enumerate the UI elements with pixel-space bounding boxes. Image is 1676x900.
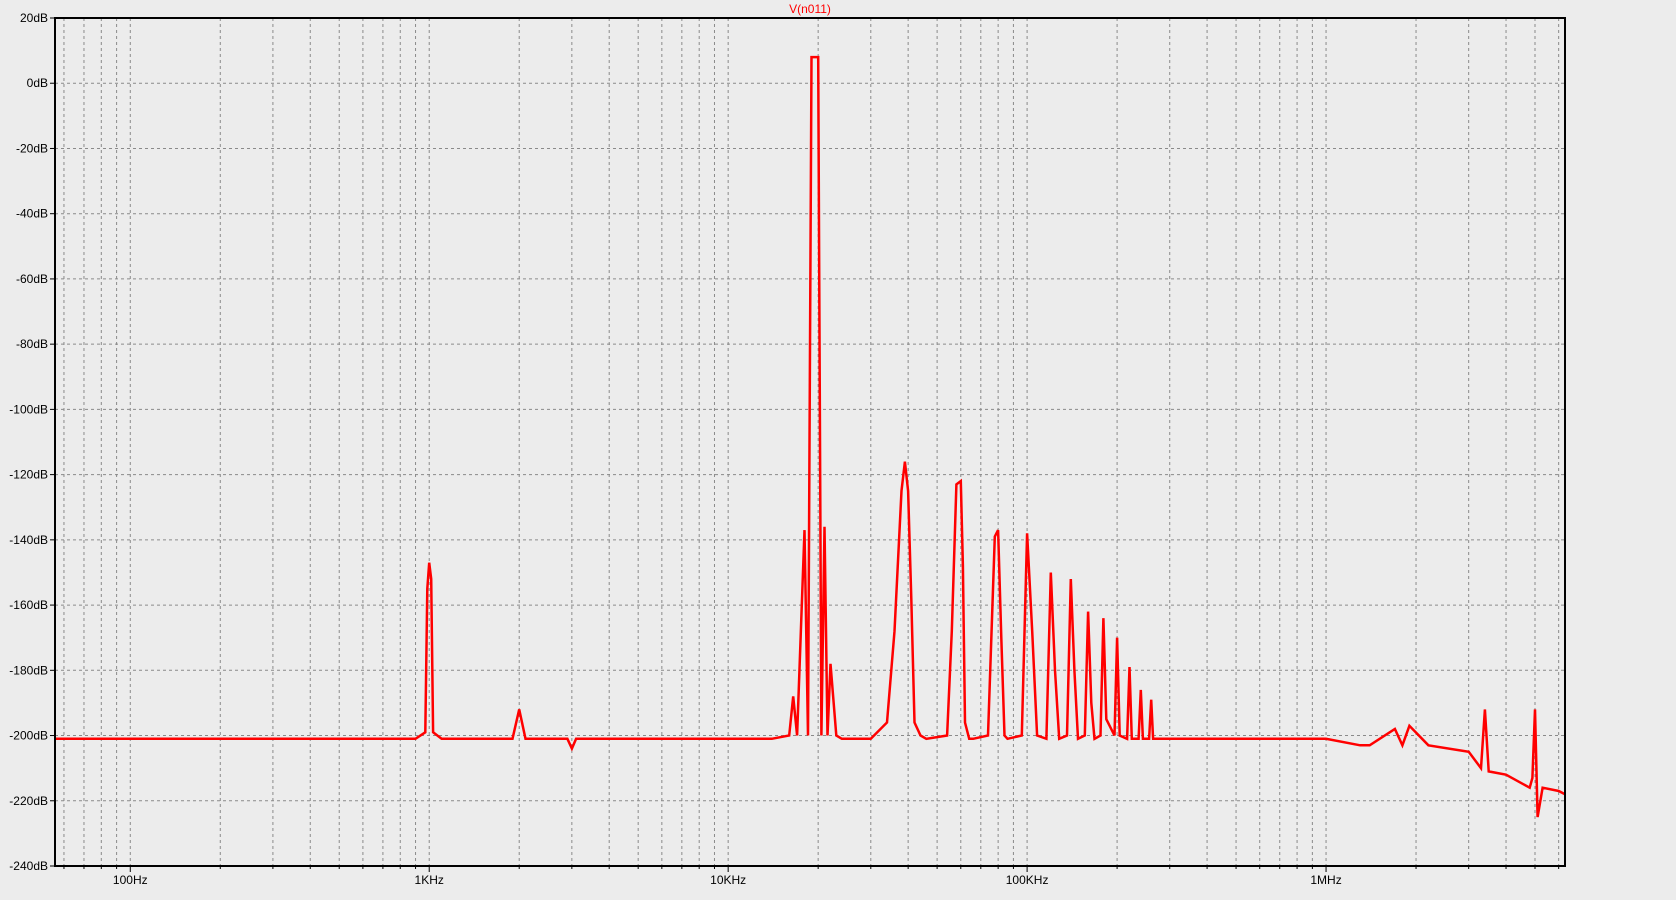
y-tick-label: -240dB	[9, 859, 48, 873]
y-tick-label: -180dB	[9, 663, 48, 677]
y-tick-label: -200dB	[9, 729, 48, 743]
y-tick-label: -160dB	[9, 598, 48, 612]
trace-line	[55, 55, 1566, 818]
y-tick-label: -60dB	[16, 272, 48, 286]
y-tick-label: -220dB	[9, 794, 48, 808]
plot-canvas[interactable]: 20dB 0dB -20dB -40dB -60dB -80dB -100dB -120dB -…	[0, 0, 1676, 895]
y-tick-label: -80dB	[16, 337, 48, 351]
x-tick-label: 1MHz	[1310, 873, 1341, 887]
y-tick-label: 0dB	[27, 76, 48, 90]
y-tick-label: 20dB	[20, 11, 48, 25]
y-tick-label: -140dB	[9, 533, 48, 547]
x-tick-label: 10KHz	[710, 873, 746, 887]
y-tick-label: -120dB	[9, 468, 48, 482]
axis-ticks: 20dB 0dB -20dB -40dB -60dB -80dB -100dB -120dB -…	[9, 11, 1560, 887]
x-tick-label: 100KHz	[1006, 873, 1049, 887]
spectrum-plot: 20dB 0dB -20dB -40dB -60dB -80dB -100dB -120dB -…	[0, 0, 1676, 895]
x-tick-label: 100Hz	[113, 873, 148, 887]
y-tick-label: -20dB	[16, 141, 48, 155]
trace-title[interactable]: V(n011)	[789, 2, 831, 16]
x-tick-label: 1KHz	[415, 873, 444, 887]
y-tick-label: -40dB	[16, 207, 48, 221]
y-tick-label: -100dB	[9, 402, 48, 416]
trace-layer	[55, 55, 1566, 818]
